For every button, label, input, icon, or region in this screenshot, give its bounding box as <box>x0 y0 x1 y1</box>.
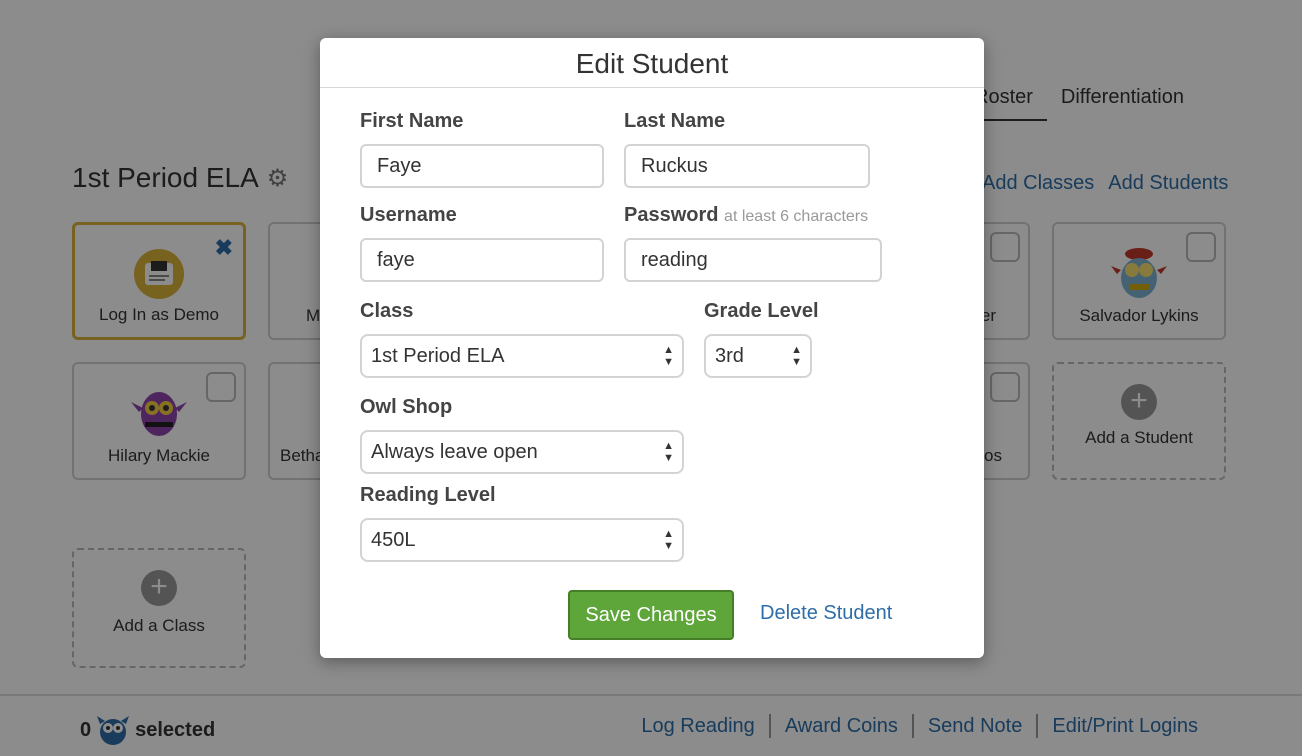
class-select-value: 1st Period ELA <box>371 344 505 367</box>
password-hint: at least 6 characters <box>724 208 869 225</box>
last-name-label: Last Name <box>624 110 726 132</box>
password-field[interactable]: reading <box>624 238 882 282</box>
class-label: Class <box>360 300 414 322</box>
first-name-label: First Name <box>360 110 464 132</box>
reading-level-label: Reading Level <box>360 484 496 506</box>
username-label: Username <box>360 204 457 226</box>
reading-level-value: 450L <box>371 528 416 551</box>
grade-level-value: 3rd <box>715 344 744 367</box>
owl-shop-select[interactable]: Always leave open ▲ ▼ <box>360 430 684 474</box>
owl-shop-value: Always leave open <box>371 440 538 463</box>
class-select[interactable]: 1st Period ELA ▲ ▼ <box>360 334 684 378</box>
save-changes-button[interactable]: Save Changes <box>568 590 734 640</box>
edit-student-dialog: Edit Student First Name Faye Last Name R… <box>320 38 984 658</box>
password-label-row: Password at least 6 characters <box>624 204 868 227</box>
username-field[interactable]: faye <box>360 238 604 282</box>
select-arrows-icon: ▲ ▼ <box>791 344 802 368</box>
grade-level-select[interactable]: 3rd ▲ ▼ <box>704 334 812 378</box>
select-arrows-icon: ▲ ▼ <box>663 344 674 368</box>
password-label: Password <box>624 204 719 226</box>
first-name-field[interactable]: Faye <box>360 144 604 188</box>
delete-student-link[interactable]: Delete Student <box>760 602 892 625</box>
grade-level-label: Grade Level <box>704 300 819 322</box>
reading-level-select[interactable]: 450L ▲ ▼ <box>360 518 684 562</box>
owl-shop-label: Owl Shop <box>360 396 453 418</box>
dialog-title: Edit Student <box>320 38 984 88</box>
select-arrows-icon: ▲ ▼ <box>663 440 674 464</box>
last-name-field[interactable]: Ruckus <box>624 144 870 188</box>
select-arrows-icon: ▲ ▼ <box>663 528 674 552</box>
